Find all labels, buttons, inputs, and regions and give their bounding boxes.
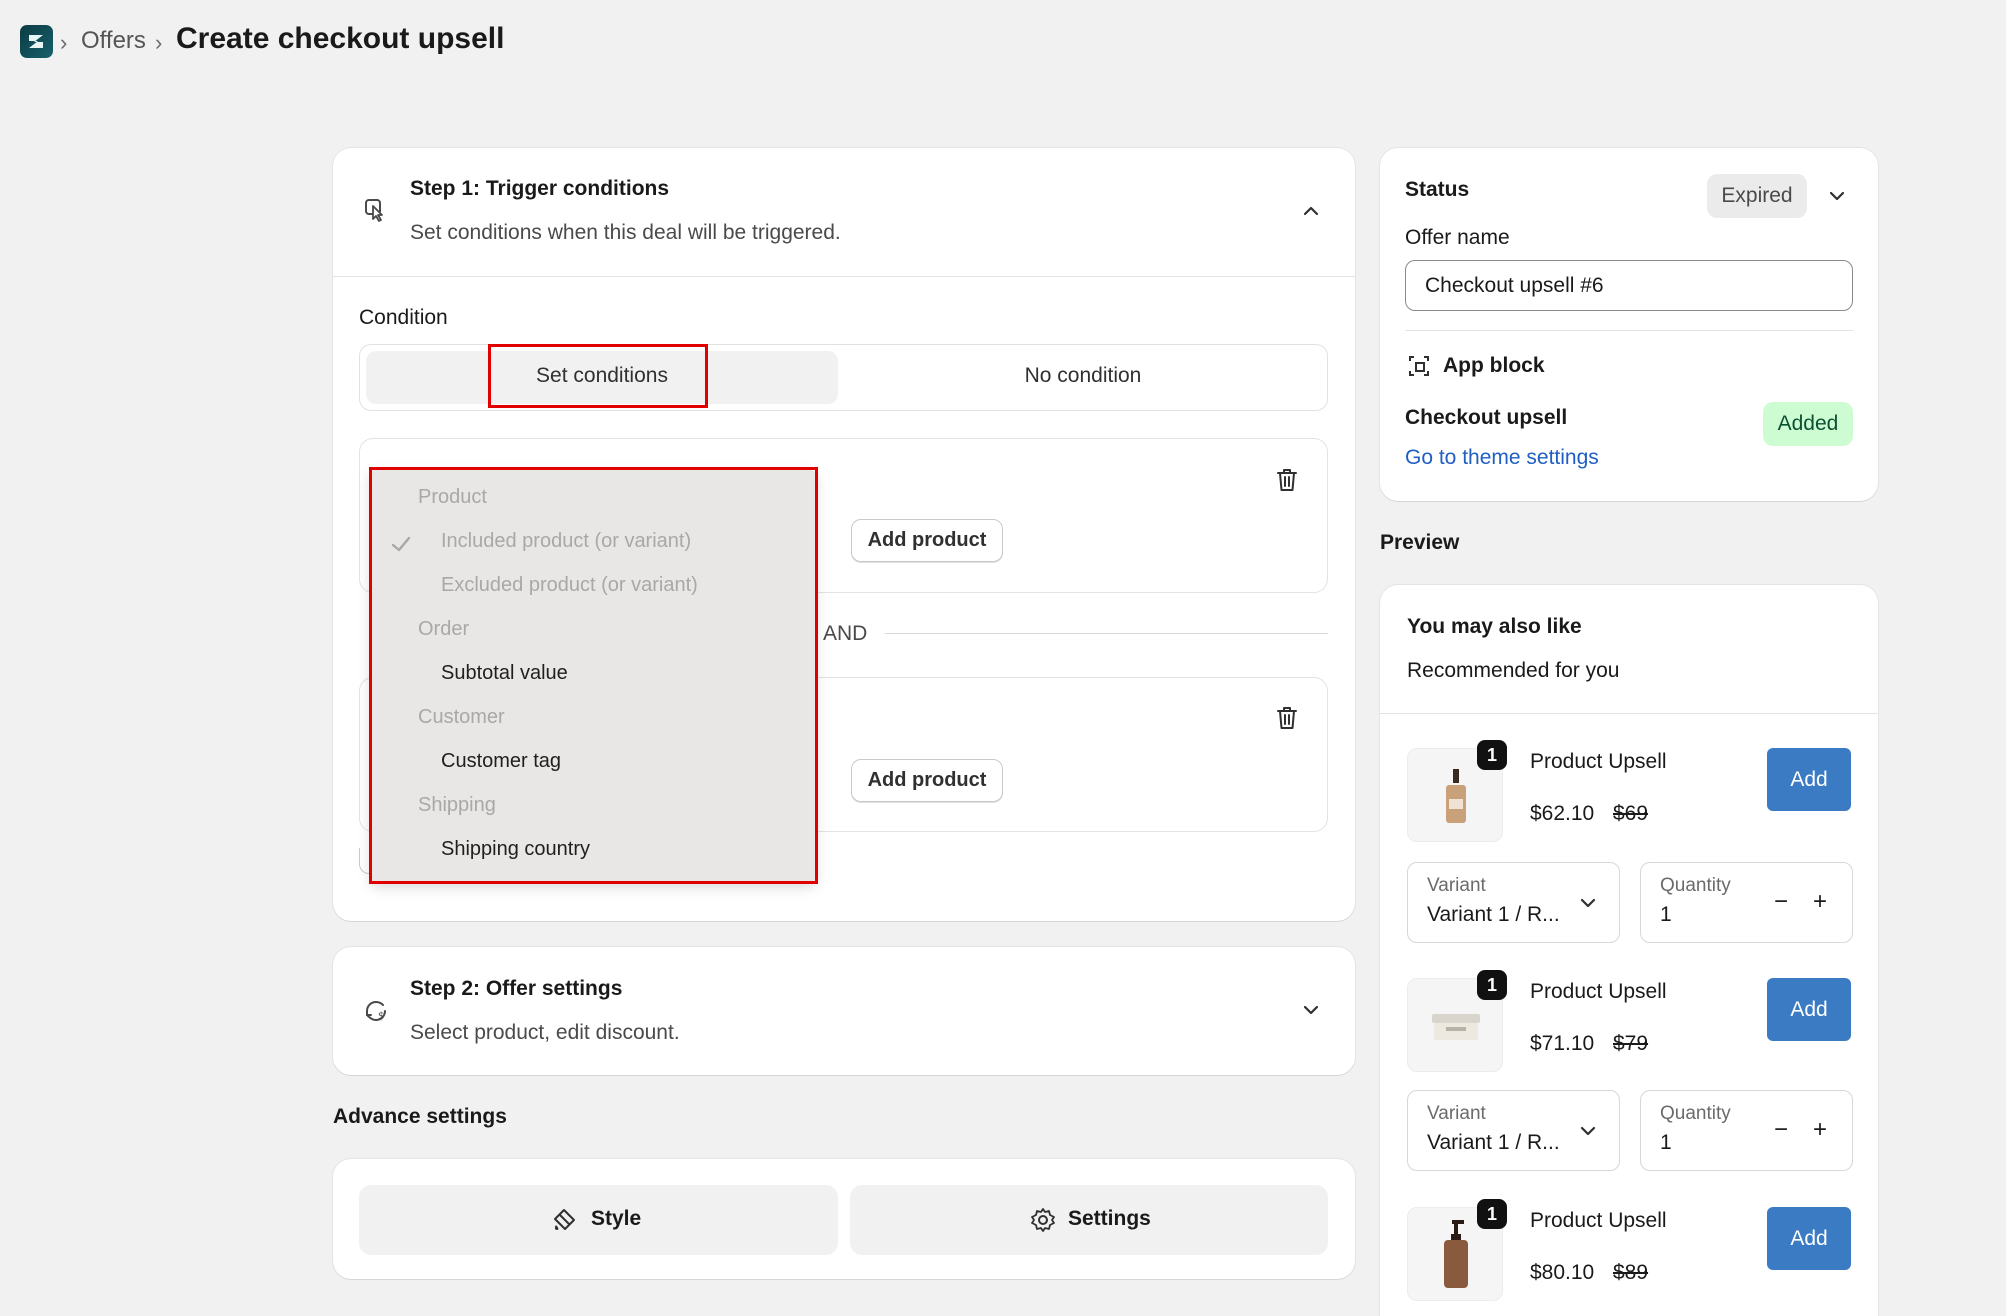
advance-settings-title: Advance settings [333,1105,507,1128]
add-product-button[interactable]: Add product [851,519,1003,562]
product-name: Product Upsell [1530,1209,1667,1232]
cursor-click-icon [365,199,383,222]
step1-title: Step 1: Trigger conditions [410,177,670,200]
status-badge-label: Expired [1721,184,1793,207]
quantity-stepper[interactable]: Quantity 1 − + [1640,1090,1853,1171]
app-block-label: App block [1443,354,1545,377]
offer-name-input[interactable]: Checkout upsell #6 [1405,260,1853,311]
quantity-value: 1 [1660,1131,1672,1154]
product-compare-price: $69 [1613,802,1649,825]
variant-select[interactable]: Variant Variant 1 / R... [1407,1090,1620,1171]
app-logo[interactable] [20,25,53,58]
top-bar: › Offers › Create checkout upsell [0,0,2006,84]
trash-icon[interactable] [1275,467,1299,493]
preview-heading: You may also like [1407,615,1582,638]
added-badge-label: Added [1777,412,1839,435]
step1-header-divider [333,276,1355,277]
breadcrumb-offers-link[interactable]: Offers [81,27,146,55]
quantity-label: Quantity [1660,1103,1731,1124]
and-label: AND [823,622,868,645]
add-product-label: Add product [867,769,987,791]
cream-jar-image [1432,1014,1480,1040]
step2-subtitle: Select product, edit discount. [410,1021,680,1044]
variant-value: Variant 1 / R... [1427,903,1560,926]
offer-name-value: Checkout upsell #6 [1425,274,1604,297]
quantity-badge: 1 [1477,970,1507,1000]
step1-subtitle: Set conditions when this deal will be tr… [410,221,841,244]
chevron-down-icon[interactable] [1300,999,1322,1021]
add-to-order-button[interactable]: Add [1767,978,1851,1041]
chevron-down-icon[interactable] [1826,185,1848,207]
product-name: Product Upsell [1530,750,1667,773]
svg-text:$: $ [378,1011,384,1022]
add-to-order-button[interactable]: Add [1767,748,1851,811]
advance-settings-card: Style Settings [333,1159,1355,1279]
chevron-up-icon[interactable] [1300,200,1322,222]
minus-icon[interactable]: − [1774,1116,1788,1144]
highlight-box [369,467,818,884]
page-title: Create checkout upsell [176,22,505,55]
style-button[interactable]: Style [359,1185,838,1255]
product-name: Product Upsell [1530,980,1667,1003]
chevron-down-icon [1580,898,1596,908]
app-block-icon [1409,356,1429,376]
offer-name-label: Offer name [1405,226,1510,249]
paint-icon [554,1209,575,1230]
preview-title: Preview [1380,531,1460,554]
pump-bottle-image [1444,1220,1468,1288]
highlight-box [488,344,708,408]
quantity-value: 1 [1660,903,1672,926]
preview-subheading: Recommended for you [1407,659,1620,682]
add-product-button[interactable]: Add product [851,759,1003,802]
condition-label: Condition [359,306,448,329]
product-compare-price: $79 [1613,1032,1649,1055]
product-price: $62.10 [1530,802,1595,825]
discount-icon: $ [366,1000,386,1022]
variant-label: Variant [1427,875,1486,896]
preview-divider [1380,713,1878,714]
gear-icon [1031,1208,1055,1232]
add-product-label: Add product [867,529,987,551]
status-divider [1405,330,1853,331]
and-divider [885,633,1328,634]
serum-bottle-image [1446,769,1466,823]
added-badge: Added [1763,402,1853,446]
plus-icon[interactable]: + [1813,888,1827,916]
variant-label: Variant [1427,1103,1486,1124]
minus-icon[interactable]: − [1774,888,1788,916]
settings-button[interactable]: Settings [850,1185,1328,1255]
variant-select[interactable]: Variant Variant 1 / R... [1407,862,1620,943]
status-badge[interactable]: Expired [1707,174,1807,218]
breadcrumb-separator: › [60,30,68,55]
plus-icon[interactable]: + [1813,1116,1827,1144]
checkout-upsell-label: Checkout upsell [1405,406,1568,429]
breadcrumb-separator: › [155,30,163,55]
add-to-order-button[interactable]: Add [1767,1207,1851,1270]
status-card: Status Expired Offer name Checkout upsel… [1380,148,1878,501]
quantity-badge: 1 [1477,1199,1507,1229]
product-price: $80.10 [1530,1261,1595,1284]
quantity-label: Quantity [1660,875,1731,896]
step2-title: Step 2: Offer settings [410,977,623,1000]
quantity-badge: 1 [1477,740,1507,770]
theme-settings-link[interactable]: Go to theme settings [1405,446,1599,470]
status-label: Status [1405,178,1470,201]
quantity-stepper[interactable]: Quantity 1 − + [1640,862,1853,943]
variant-value: Variant 1 / R... [1427,1131,1560,1154]
product-price: $71.10 [1530,1032,1595,1055]
product-compare-price: $89 [1613,1261,1649,1284]
preview-card: You may also like Recommended for you 1 … [1380,585,1878,1316]
segment-no-condition-label: No condition [1024,364,1142,387]
chevron-down-icon [1580,1126,1596,1136]
step2-card[interactable]: $ Step 2: Offer settings Select product,… [333,947,1355,1075]
settings-button-label: Settings [1068,1207,1151,1230]
trash-icon[interactable] [1275,705,1299,731]
style-button-label: Style [591,1207,642,1230]
